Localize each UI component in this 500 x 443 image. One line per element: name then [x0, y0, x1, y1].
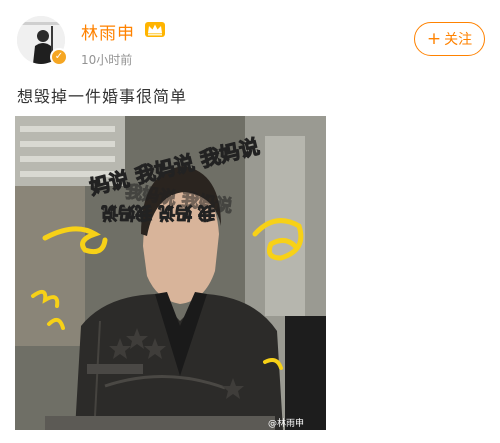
image-watermark: @林雨申 [268, 419, 305, 429]
plus-icon: + [426, 28, 442, 49]
post-image[interactable]: 妈说 我妈说 我妈说 我妈说 我妈说 我 妈说 我妈说 [15, 116, 326, 430]
weibo-post: ✓ 林雨申 10小时前 + 关注 想毁掉一件婚事很简单 妈说 我妈说 我妈说 我… [0, 0, 500, 443]
post-photo: 妈说 我妈说 我妈说 我妈说 我妈说 我 妈说 我妈说 [15, 116, 326, 430]
post-time: 10小时前 [81, 53, 133, 67]
verified-badge-icon: ✓ [50, 48, 68, 66]
user-name[interactable]: 林雨申 [81, 19, 135, 44]
overlay-text-3: 我 妈说 我妈说 [101, 202, 215, 223]
post-text: 想毁掉一件婚事很简单 [17, 87, 188, 106]
vip-crown-icon [145, 22, 165, 37]
follow-button[interactable]: + 关注 [414, 22, 485, 56]
follow-label: 关注 [444, 32, 473, 48]
